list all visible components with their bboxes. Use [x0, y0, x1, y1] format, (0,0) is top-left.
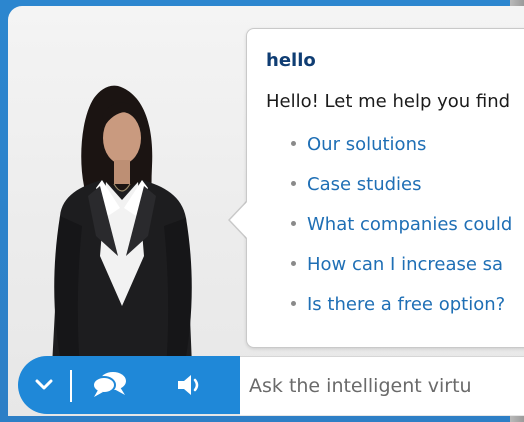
speech-bubbles-icon [92, 372, 126, 397]
bubble-title: hello [266, 50, 316, 71]
collapse-button[interactable] [24, 356, 64, 414]
speech-bubble: hello Hello! Let me help you find Our so… [246, 28, 524, 348]
bullet-icon [291, 181, 296, 186]
virtual-assistant-panel: hello Hello! Let me help you find Our so… [8, 6, 524, 416]
assistant-avatar [52, 85, 192, 368]
chat-button[interactable] [86, 356, 134, 414]
control-bar [18, 356, 240, 414]
bubble-tail-fill [230, 201, 248, 239]
bullet-icon [291, 221, 296, 226]
suggestion-label: How can I increase sa [307, 254, 504, 275]
divider [70, 370, 72, 402]
suggestion-item[interactable]: Our solutions [291, 133, 512, 173]
greeting-text: Hello! Let me help you find [266, 91, 511, 112]
suggestion-label: Case studies [307, 174, 422, 195]
suggestion-item[interactable]: How can I increase sa [291, 253, 512, 293]
suggestion-item[interactable]: Is there a free option? [291, 293, 512, 333]
bullet-icon [291, 301, 296, 306]
chevron-down-icon [35, 379, 53, 390]
question-input-wrapper [240, 356, 524, 415]
suggestion-label: Is there a free option? [307, 294, 506, 315]
speaker-icon [178, 375, 199, 395]
suggestion-item[interactable]: What companies could [291, 213, 512, 253]
question-input[interactable] [240, 357, 524, 415]
sound-button[interactable] [168, 356, 212, 414]
bullet-icon [291, 141, 296, 146]
suggestion-label: What companies could [307, 214, 513, 235]
bullet-icon [291, 261, 296, 266]
suggestion-item[interactable]: Case studies [291, 173, 512, 213]
suggestion-list: Our solutions Case studies What companie… [291, 133, 512, 333]
suggestion-label: Our solutions [307, 134, 427, 155]
